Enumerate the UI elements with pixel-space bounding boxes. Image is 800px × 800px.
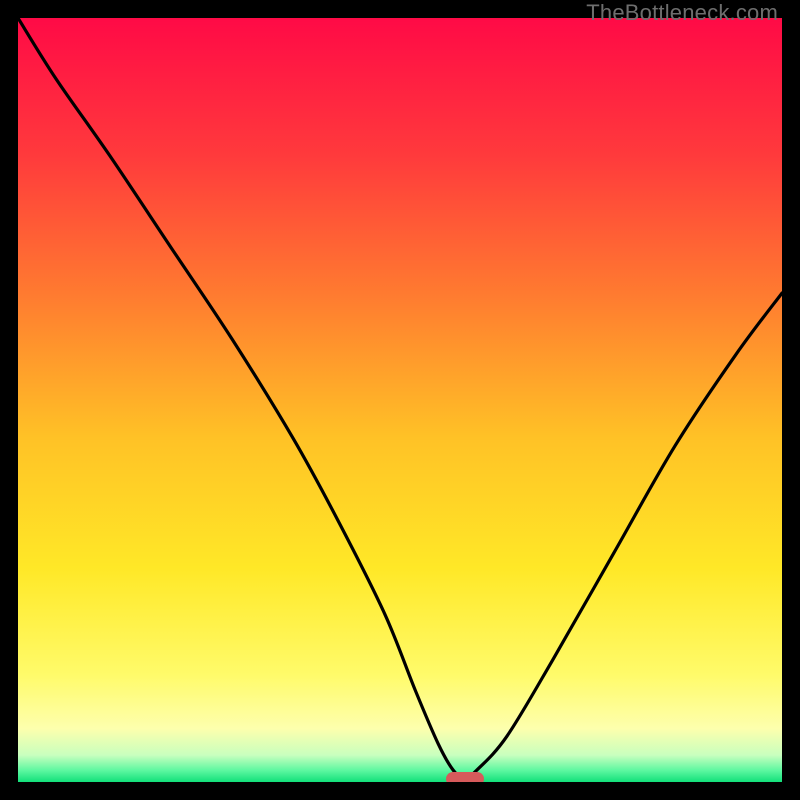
optimum-marker [446,772,484,782]
bottleneck-chart: TheBottleneck.com [0,0,800,800]
plot-area [18,18,782,782]
watermark-text: TheBottleneck.com [586,0,778,26]
curve-layer [18,18,782,782]
bottleneck-curve [18,18,782,778]
